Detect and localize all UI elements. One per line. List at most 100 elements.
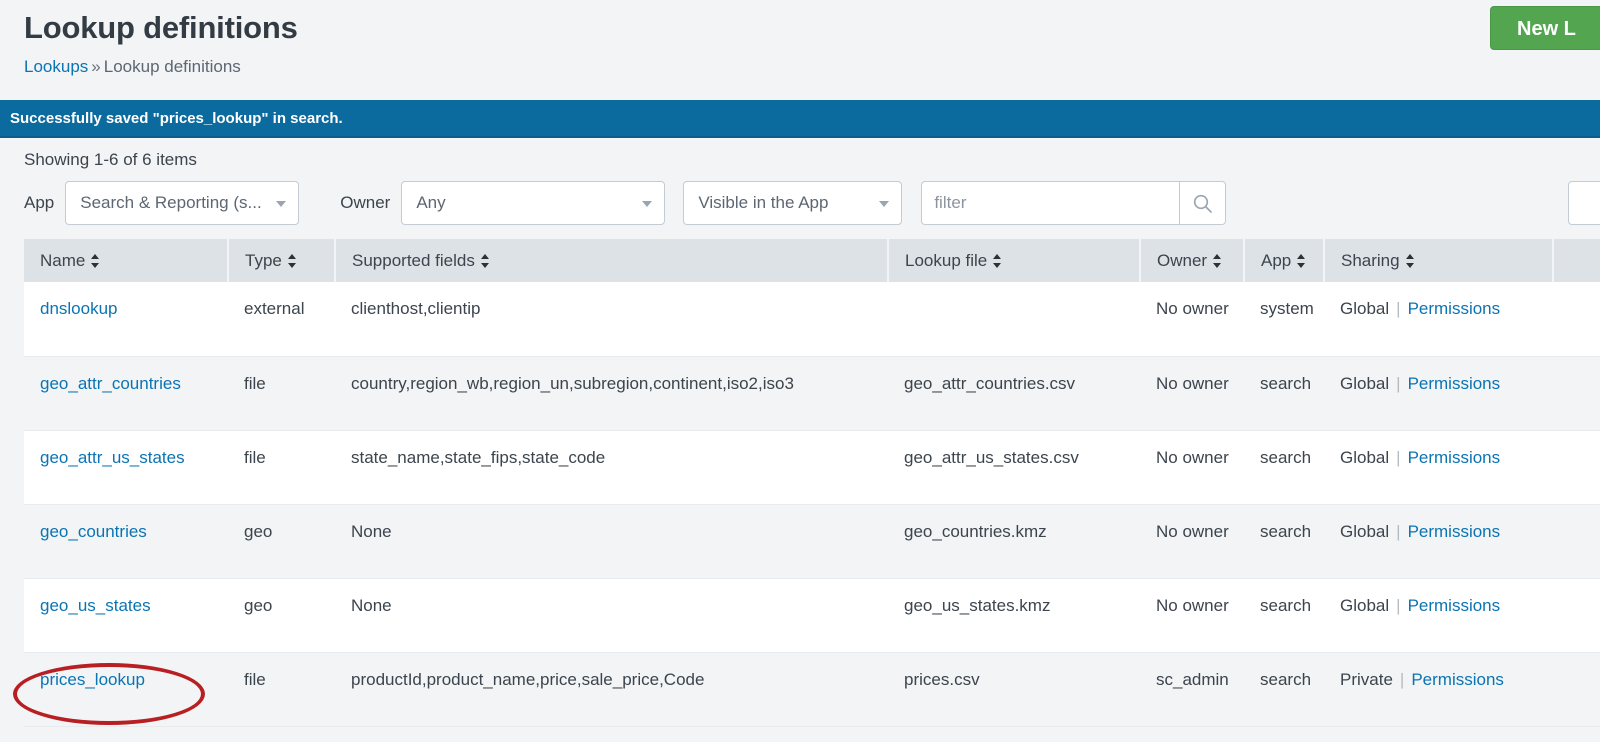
filter-row: App Search & Reporting (s... Owner Any V… [24, 181, 1600, 225]
table-head: Name Type Supported fields Lookup file O… [24, 239, 1600, 282]
sharing-value: Global [1340, 373, 1390, 393]
column-header-lookup-file[interactable]: Lookup file [888, 239, 1141, 282]
cell-app: search [1244, 652, 1324, 727]
cell-owner: sc_admin [1140, 652, 1244, 727]
sharing-value: Private [1340, 669, 1393, 689]
app-filter-value: Search & Reporting (s... [80, 193, 262, 212]
cell-lookup-file: geo_us_states.kmz [888, 578, 1140, 653]
sort-arrows-icon [1297, 253, 1306, 268]
lookup-definitions-table-wrap: Name Type Supported fields Lookup file O… [0, 239, 1600, 727]
page-title: Lookup definitions [24, 10, 298, 45]
new-lookup-definition-button[interactable]: New L [1490, 6, 1600, 50]
overflow-filter-select[interactable] [1568, 181, 1600, 225]
breadcrumb: Lookups» Lookup definitions [24, 56, 1576, 78]
column-label-owner: Owner [1157, 250, 1208, 270]
sort-arrows-icon [287, 253, 297, 268]
owner-filter-select[interactable]: Any [401, 181, 666, 225]
cell-app: search [1244, 504, 1324, 579]
app-filter-select[interactable]: Search & Reporting (s... [65, 181, 300, 225]
success-banner: Successfully saved "prices_lookup" in se… [0, 100, 1600, 138]
table-row: geo_us_states geo None geo_us_states.kmz No … [24, 578, 1600, 653]
sort-arrows-icon [993, 253, 1002, 268]
sharing-divider: | [1396, 299, 1401, 318]
column-header-owner[interactable]: Owner [1140, 239, 1245, 282]
column-label-lookup-file: Lookup file [905, 250, 988, 270]
table-row: geo_attr_us_states file state_name,state_f… [24, 430, 1600, 505]
cell-supported-fields: None [335, 578, 888, 653]
chevron-down-icon [879, 201, 890, 207]
cell-type: file [228, 430, 335, 505]
page-header: Lookup definitions Lookups» Lookup defini… [0, 0, 1600, 100]
column-label-app: App [1261, 250, 1292, 270]
lookup-definitions-table: Name Type Supported fields Lookup file O… [24, 239, 1600, 727]
filter-search-button[interactable] [1179, 181, 1227, 225]
lookup-name-link[interactable]: geo_attr_us_states [40, 448, 185, 467]
column-label-type: Type [245, 250, 282, 270]
sort-arrows-icon [1213, 253, 1222, 268]
cell-owner: No owner [1140, 578, 1244, 653]
cell-type: geo [228, 504, 335, 579]
cell-app: search [1244, 578, 1324, 653]
table-row: geo_attr_countries file country,region_wb,… [24, 356, 1600, 431]
table-row: geo_countries geo None geo_countries.kmz No … [24, 504, 1600, 579]
table-header-row: Name Type Supported fields Lookup file O… [24, 239, 1600, 282]
column-label-sharing: Sharing [1341, 250, 1400, 270]
sharing-value: Global [1340, 521, 1390, 541]
breadcrumb-current: Lookup definitions [103, 57, 241, 76]
lookup-name-link[interactable]: geo_us_states [40, 596, 151, 615]
column-header-type[interactable]: Type [228, 239, 336, 282]
sharing-divider: | [1396, 595, 1401, 615]
chevron-down-icon [642, 201, 653, 207]
filter-input[interactable] [921, 181, 1180, 225]
sharing-divider: | [1396, 447, 1401, 467]
cell-app: search [1244, 356, 1324, 431]
cell-lookup-file: geo_countries.kmz [888, 504, 1140, 579]
column-header-supported-fields[interactable]: Supported fields [335, 239, 889, 282]
lookup-name-link[interactable]: geo_countries [40, 522, 147, 541]
breadcrumb-link-lookups[interactable]: Lookups [24, 57, 88, 76]
cell-extra [1553, 504, 1600, 579]
lookup-name-link[interactable]: dnslookup [40, 299, 118, 318]
permissions-link[interactable]: Permissions [1408, 299, 1501, 318]
cell-type: file [228, 356, 335, 431]
app-filter-label: App [24, 193, 55, 212]
cell-app: system [1244, 282, 1324, 357]
cell-lookup-file [888, 282, 1140, 357]
cell-lookup-file: geo_attr_countries.csv [888, 356, 1140, 431]
cell-sharing: Global | Permissions [1324, 282, 1553, 357]
sharing-value: Global [1340, 447, 1390, 467]
lookup-name-link[interactable]: prices_lookup [40, 670, 145, 689]
lookup-name-link[interactable]: geo_attr_countries [40, 374, 181, 393]
column-header-name[interactable]: Name [24, 239, 229, 282]
cell-supported-fields: productId,product_name,price,sale_price,… [335, 652, 888, 727]
cell-sharing: Global | Permissions [1324, 504, 1553, 579]
cell-extra [1553, 652, 1600, 727]
visibility-filter-select[interactable]: Visible in the App [683, 181, 903, 225]
cell-supported-fields: None [335, 504, 888, 579]
cell-type: external [228, 282, 335, 357]
permissions-link[interactable]: Permissions [1408, 596, 1501, 615]
permissions-link[interactable]: Permissions [1408, 374, 1501, 393]
table-row: prices_lookup file productId,product_name,… [24, 652, 1600, 727]
search-icon [1194, 194, 1213, 213]
sharing-value: Global [1340, 299, 1390, 318]
sort-arrows-icon [480, 253, 490, 268]
results-count: Showing 1-6 of 6 items [24, 150, 197, 169]
permissions-link[interactable]: Permissions [1408, 448, 1501, 467]
column-header-sharing[interactable]: Sharing [1324, 239, 1554, 282]
cell-owner: No owner [1140, 504, 1244, 579]
permissions-link[interactable]: Permissions [1411, 670, 1504, 689]
owner-filter-value: Any [416, 193, 446, 212]
cell-name: geo_attr_us_states [24, 430, 228, 505]
cell-supported-fields: state_name,state_fips,state_code [335, 430, 888, 505]
column-header-app[interactable]: App [1244, 239, 1325, 282]
cell-lookup-file: prices.csv [888, 652, 1140, 727]
table-row: dnslookup external clienthost,clientip No o… [24, 282, 1600, 357]
sharing-divider: | [1396, 373, 1401, 393]
sort-arrows-icon [1405, 253, 1415, 268]
column-label-supported-fields: Supported fields [352, 250, 475, 270]
cell-extra [1553, 282, 1600, 357]
sharing-value: Global [1340, 595, 1390, 615]
cell-sharing: Global | Permissions [1324, 430, 1553, 505]
permissions-link[interactable]: Permissions [1408, 522, 1501, 541]
